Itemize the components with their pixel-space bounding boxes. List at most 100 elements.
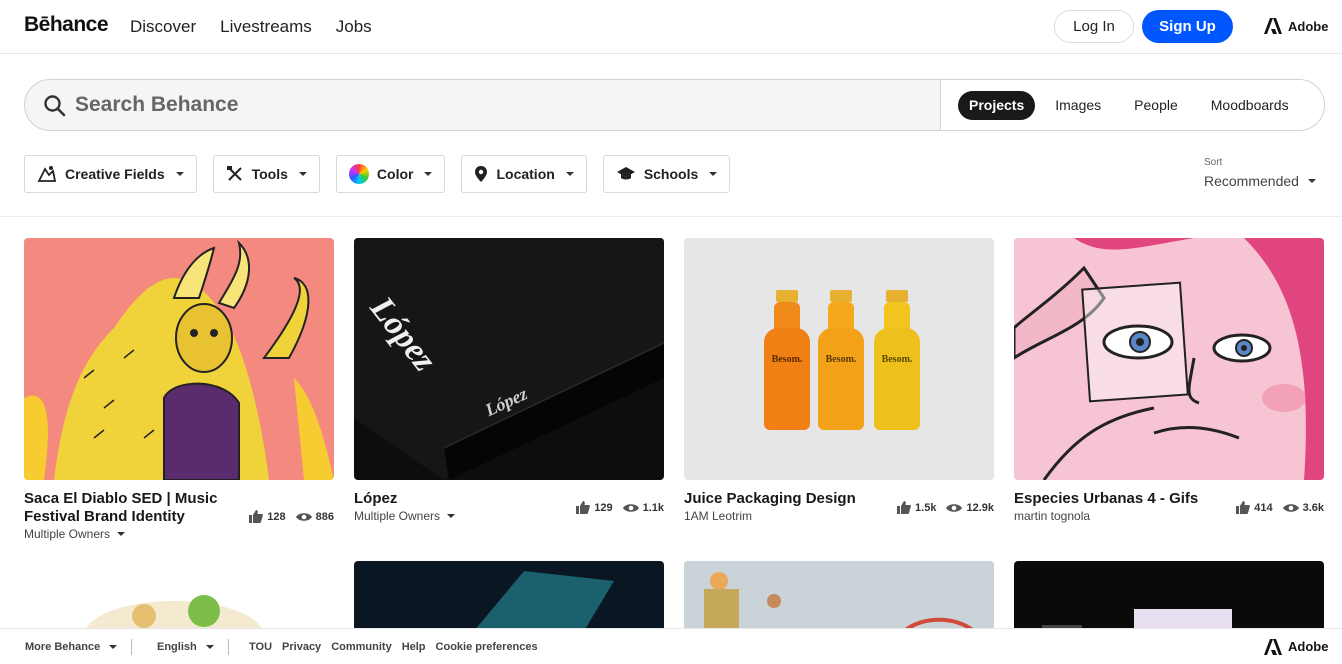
project-card[interactable]: Besom. Besom. Besom. Juice Packaging Des… — [684, 238, 994, 523]
footer-link-privacy[interactable]: Privacy — [282, 641, 321, 653]
filter-creative-fields[interactable]: Creative Fields — [24, 155, 197, 193]
project-stats: 1.5k 12.9k — [897, 490, 994, 523]
filter-label: Location — [496, 166, 555, 182]
more-behance-dropdown[interactable]: More Behance — [25, 641, 118, 653]
graduation-cap-icon — [616, 167, 635, 180]
creative-fields-icon — [37, 166, 57, 182]
project-thumbnail[interactable] — [1014, 561, 1324, 631]
project-stats: 129 1.1k — [576, 490, 664, 523]
footer-link-community[interactable]: Community — [331, 641, 392, 653]
filter-tools[interactable]: Tools — [212, 155, 320, 193]
juice-bottle-orange: Besom. — [764, 290, 810, 430]
project-title[interactable]: Especies Urbanas 4 - Gifs — [1014, 490, 1224, 508]
project-thumbnail[interactable] — [24, 561, 334, 631]
footer-link-help[interactable]: Help — [402, 641, 426, 653]
footer-divider — [228, 638, 229, 655]
top-navigation-bar: Bēhance Discover Livestreams Jobs Log In… — [0, 0, 1342, 54]
scope-images[interactable]: Images — [1045, 97, 1111, 113]
filter-label: Creative Fields — [65, 166, 165, 182]
search-icon — [44, 95, 66, 117]
footer-bar: More Behance English TOU Privacy Communi… — [0, 628, 1342, 664]
project-owner[interactable]: Multiple Owners — [24, 527, 234, 541]
footer-link-tou[interactable]: TOU — [249, 641, 272, 653]
scope-people[interactable]: People — [1124, 97, 1188, 113]
sign-up-button[interactable]: Sign Up — [1142, 10, 1233, 43]
search-input[interactable] — [75, 80, 935, 130]
filter-color[interactable]: Color — [335, 155, 446, 193]
filter-bar: Creative Fields Tools Color Location Sch… — [24, 155, 731, 193]
views-count: 1.1k — [642, 501, 664, 514]
food-image — [84, 595, 264, 631]
likes-count: 1.5k — [915, 501, 937, 514]
project-thumbnail[interactable]: Besom. Besom. Besom. — [684, 238, 994, 480]
views-stat: 886 — [295, 492, 334, 541]
views-stat: 1.1k — [622, 492, 664, 523]
owner-name: Multiple Owners — [24, 527, 111, 541]
project-meta: Saca El Diablo SED | Music Festival Bran… — [24, 490, 334, 541]
chevron-down-icon — [424, 172, 433, 176]
footer-links: TOU Privacy Community Help Cookie prefer… — [249, 641, 538, 653]
chevron-down-icon — [447, 514, 456, 518]
search-scope-tabs: Projects Images People Moodboards — [940, 80, 1324, 130]
section-divider — [0, 216, 1342, 217]
footer-adobe-link[interactable]: Adobe — [1264, 638, 1328, 655]
sort-value: Recommended — [1204, 173, 1299, 189]
bottle-label: Besom. — [771, 354, 803, 365]
face-illustration-image — [1014, 238, 1324, 480]
eye-icon — [622, 503, 639, 512]
chevron-down-icon — [709, 172, 718, 176]
language-dropdown[interactable]: English — [157, 641, 214, 653]
project-card[interactable]: López López López Multiple Owners 129 1.… — [354, 238, 664, 523]
filter-schools[interactable]: Schools — [602, 155, 731, 193]
project-thumbnail[interactable] — [1014, 238, 1324, 480]
project-card[interactable]: Especies Urbanas 4 - Gifs martin tognola… — [1014, 238, 1324, 523]
teal-object-image — [474, 571, 614, 631]
filter-label: Tools — [251, 166, 288, 182]
eye-icon — [946, 503, 963, 512]
project-owner[interactable]: martin tognola — [1014, 509, 1224, 523]
likes-count: 129 — [594, 501, 613, 514]
scope-projects[interactable]: Projects — [958, 90, 1036, 120]
log-in-button[interactable]: Log In — [1054, 10, 1134, 43]
likes-stat: 414 — [1236, 492, 1273, 523]
nav-livestreams[interactable]: Livestreams — [220, 17, 312, 37]
project-owner[interactable]: 1AM Leotrim — [684, 509, 894, 523]
nav-jobs[interactable]: Jobs — [336, 17, 372, 37]
footer-link-cookie-preferences[interactable]: Cookie preferences — [436, 641, 538, 653]
project-thumbnail[interactable] — [354, 561, 664, 631]
adobe-logo-icon — [1264, 18, 1282, 34]
project-thumbnail[interactable]: López López — [354, 238, 664, 480]
adobe-logo-icon — [1264, 638, 1282, 655]
project-owner[interactable]: Multiple Owners — [354, 509, 564, 523]
project-title[interactable]: Juice Packaging Design — [684, 490, 894, 508]
project-title[interactable]: Saca El Diablo SED | Music Festival Bran… — [24, 490, 234, 526]
filter-label: Color — [376, 166, 414, 182]
project-stats: 128 886 — [249, 490, 334, 541]
chevron-down-icon — [109, 644, 118, 649]
views-stat: 3.6k — [1282, 492, 1324, 523]
dark-card-image — [1042, 609, 1232, 631]
adobe-link[interactable]: Adobe — [1264, 18, 1328, 34]
project-title[interactable]: López — [354, 490, 564, 508]
eye-icon — [1282, 503, 1299, 512]
eye-icon — [295, 512, 312, 521]
project-thumbnail[interactable] — [24, 238, 334, 480]
nav-discover[interactable]: Discover — [130, 17, 196, 37]
filter-location[interactable]: Location — [461, 155, 587, 193]
views-count: 886 — [315, 510, 334, 523]
chevron-down-icon — [117, 532, 126, 536]
project-thumbnail[interactable] — [684, 561, 994, 631]
views-count: 12.9k — [966, 501, 994, 514]
sort-dropdown[interactable]: Recommended — [1204, 173, 1316, 189]
footer-divider — [131, 638, 132, 655]
behance-logo[interactable]: Bēhance — [24, 13, 109, 37]
adobe-label: Adobe — [1288, 18, 1329, 34]
chevron-down-icon — [1307, 179, 1316, 183]
scope-moodboards[interactable]: Moodboards — [1201, 97, 1299, 113]
likes-count: 128 — [267, 510, 286, 523]
search-bar: Projects Images People Moodboards — [24, 79, 1325, 131]
bottle-label: Besom. — [881, 354, 913, 365]
project-card[interactable]: Saca El Diablo SED | Music Festival Bran… — [24, 238, 334, 541]
juice-bottle-amber: Besom. — [818, 290, 864, 430]
views-count: 3.6k — [1302, 501, 1324, 514]
